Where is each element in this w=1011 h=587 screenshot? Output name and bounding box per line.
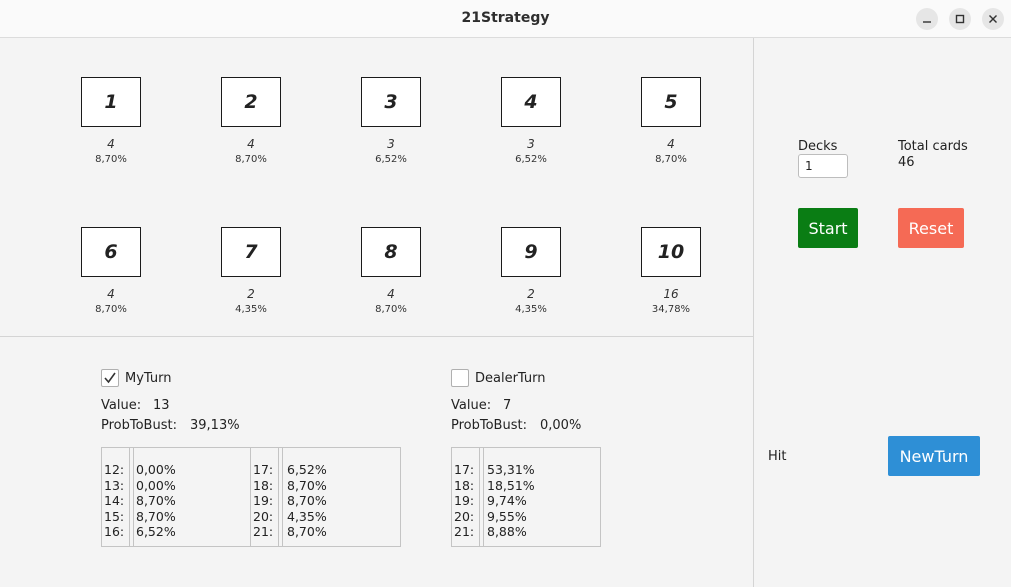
reset-button[interactable]: Reset: [898, 208, 964, 248]
card-5[interactable]: 5: [641, 77, 701, 127]
card-9-count: 2: [527, 287, 535, 301]
dealer-value-label: Value:: [451, 398, 492, 413]
horizontal-divider: [0, 336, 753, 337]
card-10[interactable]: 10: [641, 227, 701, 277]
my-bust-label: ProbToBust:: [101, 418, 177, 433]
dealer-prob-table: 17: 18: 19: 20: 21: 53,31% 18,51% 9,74% …: [451, 447, 601, 547]
column-divider: [483, 448, 484, 546]
card-3-count: 3: [387, 137, 395, 151]
table-values: 53,31% 18,51% 9,74% 9,55% 8,88%: [487, 462, 535, 539]
total-cards-value: 46: [898, 155, 915, 170]
card-10-count: 16: [663, 287, 679, 301]
card-3[interactable]: 3: [361, 77, 421, 127]
card-2[interactable]: 2: [221, 77, 281, 127]
dealer-turn-checkbox[interactable]: [451, 369, 469, 387]
card-8-percent: 8,70%: [375, 304, 407, 315]
my-prob-table-b: 17: 18: 19: 20: 21: 6,52% 8,70% 8,70% 4,…: [250, 447, 401, 547]
card-1-percent: 8,70%: [95, 154, 127, 165]
card-4[interactable]: 4: [501, 77, 561, 127]
table-keys: 17: 18: 19: 20: 21:: [454, 462, 475, 539]
my-turn-label: MyTurn: [125, 371, 172, 386]
decks-label: Decks: [798, 139, 838, 154]
column-divider: [133, 448, 134, 546]
card-6-count: 4: [107, 287, 115, 301]
dealer-bust-label: ProbToBust:: [451, 418, 527, 433]
checkmark-icon: [104, 372, 116, 384]
minimize-icon[interactable]: [916, 8, 938, 30]
card-6-percent: 8,70%: [95, 304, 127, 315]
close-icon[interactable]: [982, 8, 1004, 30]
window-title: 21Strategy: [461, 10, 550, 26]
card-8-count: 4: [387, 287, 395, 301]
card-7[interactable]: 7: [221, 227, 281, 277]
card-2-count: 4: [247, 137, 255, 151]
card-3-percent: 6,52%: [375, 154, 407, 165]
card-4-count: 3: [527, 137, 535, 151]
dealer-bust-value: 0,00%: [540, 418, 582, 433]
dealer-turn-label: DealerTurn: [475, 371, 546, 386]
new-turn-button[interactable]: NewTurn: [888, 436, 980, 476]
start-button[interactable]: Start: [798, 208, 858, 248]
my-bust-value: 39,13%: [190, 418, 240, 433]
card-5-count: 4: [667, 137, 675, 151]
vertical-divider: [753, 38, 754, 587]
card-6[interactable]: 6: [81, 227, 141, 277]
card-8[interactable]: 8: [361, 227, 421, 277]
card-9-percent: 4,35%: [515, 304, 547, 315]
maximize-icon[interactable]: [949, 8, 971, 30]
my-value: 13: [153, 398, 170, 413]
card-5-percent: 8,70%: [655, 154, 687, 165]
my-turn-checkbox[interactable]: [101, 369, 119, 387]
my-prob-table-a: 12: 13: 14: 15: 16: 0,00% 0,00% 8,70% 8,…: [101, 447, 251, 547]
card-4-percent: 6,52%: [515, 154, 547, 165]
my-value-label: Value:: [101, 398, 142, 413]
column-divider: [129, 448, 130, 546]
total-cards-label: Total cards: [898, 139, 968, 154]
card-7-count: 2: [247, 287, 255, 301]
dealer-value: 7: [503, 398, 512, 413]
title-bar: 21Strategy: [0, 0, 1011, 38]
card-10-percent: 34,78%: [651, 304, 691, 315]
decks-input[interactable]: 1: [798, 154, 848, 178]
card-9[interactable]: 9: [501, 227, 561, 277]
table-values: 6,52% 8,70% 8,70% 4,35% 8,70%: [287, 462, 327, 539]
table-values: 0,00% 0,00% 8,70% 8,70% 6,52%: [136, 462, 176, 539]
column-divider: [278, 448, 279, 546]
card-7-percent: 4,35%: [235, 304, 267, 315]
table-keys: 17: 18: 19: 20: 21:: [253, 462, 274, 539]
hit-label: Hit: [768, 449, 787, 464]
card-1[interactable]: 1: [81, 77, 141, 127]
card-2-percent: 8,70%: [235, 154, 267, 165]
column-divider: [479, 448, 480, 546]
card-1-count: 4: [107, 137, 115, 151]
table-keys: 12: 13: 14: 15: 16:: [104, 462, 125, 539]
column-divider: [282, 448, 283, 546]
